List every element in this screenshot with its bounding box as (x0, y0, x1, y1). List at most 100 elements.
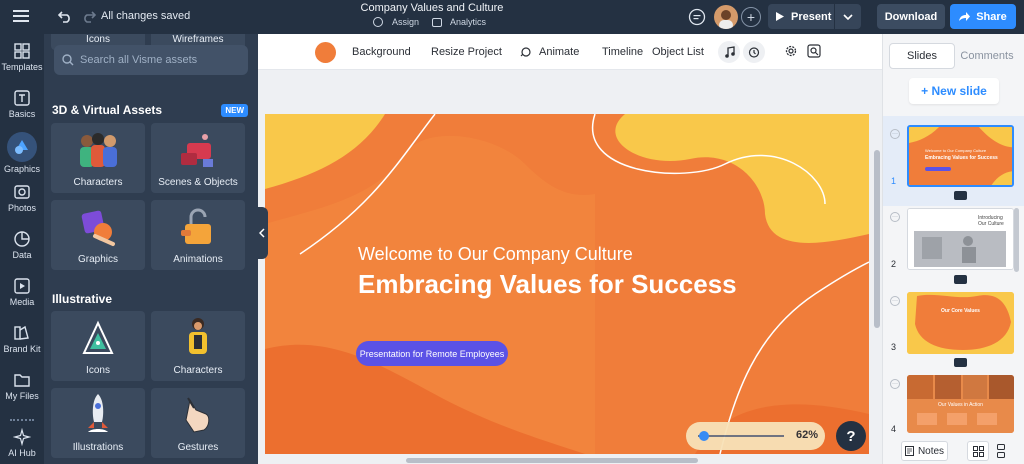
zoom-control: 62% (686, 422, 825, 450)
nav-templates[interactable]: Templates (0, 42, 44, 72)
tile-3d-scenes-objects[interactable]: Scenes & Objects (151, 123, 245, 193)
tile-label: Characters (73, 177, 123, 188)
avatar[interactable] (714, 5, 738, 29)
thumb-1-pill (925, 167, 951, 171)
left-nav: Templates Basics Graphics Photos Data Me… (0, 34, 44, 464)
user-circle-icon (373, 17, 383, 27)
slide-3-options-icon[interactable]: ··· (890, 296, 900, 306)
grid-view-icon[interactable] (967, 441, 989, 461)
slide-2-options-icon[interactable]: ··· (890, 212, 900, 222)
slide-title[interactable]: Embracing Values for Success (358, 269, 737, 299)
thumb-2-number: 2 (891, 259, 897, 269)
tile-illustrative-characters[interactable]: Characters (151, 311, 245, 381)
save-status: All changes saved (101, 10, 191, 22)
slide-subtitle[interactable]: Welcome to Our Company Culture (358, 244, 633, 264)
tab-slides[interactable]: Slides (889, 43, 955, 69)
nav-data[interactable]: Data (0, 230, 44, 260)
timeline-button[interactable]: Timeline (602, 46, 643, 58)
animate-label: Animate (539, 46, 580, 58)
notes-icon (904, 446, 914, 456)
resize-project-button[interactable]: Resize Project (431, 46, 502, 58)
redo-icon[interactable] (82, 9, 96, 23)
zoom-slider-track[interactable] (698, 435, 784, 437)
download-button[interactable]: Download (877, 4, 945, 29)
animate-button[interactable]: Animate (520, 46, 579, 58)
thumb-3-line1: Our Core Values (941, 308, 980, 314)
slide-thumbnail-2[interactable]: Introducing Our Culture (907, 208, 1014, 270)
present-label: Present (791, 10, 832, 23)
tile-label: Icons (86, 34, 110, 45)
slide-thumbnail-4[interactable]: Our Values in Action (907, 375, 1014, 433)
share-button[interactable]: Share (950, 4, 1016, 29)
tile-3d-characters[interactable]: Characters (51, 123, 145, 193)
slide-thumbnail-1[interactable]: Welcome to Our Company Culture Embracing… (907, 125, 1014, 187)
notes-button[interactable]: Notes (901, 441, 948, 461)
play-icon (776, 12, 784, 21)
slide-pill-text[interactable]: Presentation for Remote Employees (360, 349, 505, 359)
tile-illustrative-gestures[interactable]: Gestures (151, 388, 245, 458)
list-view-icon[interactable] (991, 441, 1011, 461)
search-icon (62, 54, 74, 66)
nav-photos[interactable]: Photos (0, 183, 44, 213)
search-input[interactable]: Search all Visme assets (54, 45, 248, 75)
hand-gesture-icon (185, 397, 210, 433)
canvas-area: Welcome to Our Company Culture Embracing… (258, 70, 882, 464)
help-button[interactable]: ? (836, 421, 866, 451)
assign-button[interactable]: Assign (373, 17, 419, 27)
tab-comments[interactable]: Comments (955, 43, 1019, 69)
tile-3d-animations[interactable]: Animations (151, 200, 245, 270)
nav-basics-label: Basics (8, 109, 36, 119)
preview-search-icon[interactable] (807, 44, 821, 61)
alarm-clock-icon[interactable] (743, 41, 765, 63)
nav-media[interactable]: Media (0, 277, 44, 307)
collapse-panel-handle[interactable] (256, 207, 268, 259)
nav-graphics[interactable]: Graphics (0, 132, 44, 174)
tile-label: Wireframes (172, 34, 224, 45)
nav-brand-kit[interactable]: Brand Kit (0, 324, 44, 354)
zoom-slider-handle[interactable] (699, 431, 709, 441)
transition-icon[interactable] (954, 358, 967, 367)
zoom-level: 62% (796, 429, 819, 441)
analytics-button[interactable]: Analytics (432, 17, 486, 27)
chevron-left-icon (259, 228, 265, 238)
animate-icon (520, 46, 531, 57)
tile-3d-graphics[interactable]: Graphics (51, 200, 145, 270)
slide-4-options-icon[interactable]: ··· (890, 379, 900, 389)
share-arrow-icon (959, 11, 971, 21)
ai-hub-icon (13, 428, 31, 446)
transition-icon[interactable] (954, 191, 967, 200)
horizontal-scrollbar[interactable] (406, 458, 698, 463)
undo-icon[interactable] (58, 9, 72, 23)
search-placeholder: Search all Visme assets (80, 54, 198, 66)
comment-icon[interactable] (688, 8, 706, 26)
music-icon[interactable] (718, 41, 740, 63)
media-icon (14, 278, 30, 294)
hamburger-menu-icon[interactable] (13, 9, 29, 23)
slide-canvas[interactable]: Welcome to Our Company Culture Embracing… (265, 114, 869, 454)
tile-label: Characters (173, 365, 223, 376)
background-color-swatch[interactable] (315, 42, 336, 63)
nav-basics[interactable]: Basics (0, 89, 44, 119)
object-list-button[interactable]: Object List (652, 46, 704, 58)
slides-panel-scrollbar[interactable] (1014, 208, 1019, 272)
present-button[interactable]: Present (768, 4, 834, 29)
transition-icon[interactable] (954, 275, 967, 284)
present-options-button[interactable] (835, 4, 861, 29)
tile-illustrative-illustrations[interactable]: Illustrations (51, 388, 145, 458)
share-label: Share (976, 10, 1007, 23)
new-slide-button[interactable]: + New slide (909, 78, 999, 104)
add-collaborator-icon[interactable]: + (741, 7, 761, 27)
vertical-scrollbar[interactable] (874, 150, 880, 328)
settings-gear-icon[interactable] (784, 44, 798, 61)
project-title[interactable]: Company Values and Culture (360, 2, 504, 14)
background-button[interactable]: Background (352, 46, 411, 58)
brand-kit-icon (14, 325, 29, 340)
nav-ai-hub[interactable]: AI Hub (0, 428, 44, 458)
nav-ai-hub-label: AI Hub (8, 448, 36, 458)
scenes-objects-icon (181, 134, 213, 167)
nav-my-files[interactable]: My Files (0, 371, 44, 401)
tile-illustrative-icons[interactable]: Icons (51, 311, 145, 381)
slide-thumbnail-3[interactable]: Our Core Values (907, 292, 1014, 354)
characters-3d-icon (80, 133, 117, 167)
slide-1-options-icon[interactable]: ··· (890, 129, 900, 139)
